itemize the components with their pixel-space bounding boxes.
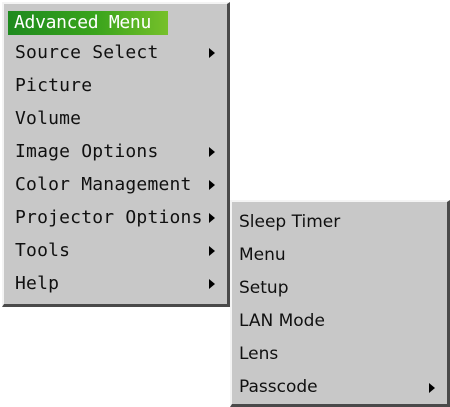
submenu-item-label: Passcode bbox=[239, 377, 318, 397]
projector-options-submenu: Sleep Timer Menu Setup LAN Mode Lens Pas… bbox=[230, 200, 450, 407]
menu-item-label: Color Management bbox=[15, 174, 192, 195]
submenu-arrow-icon bbox=[209, 180, 215, 190]
menu-item-label: Tools bbox=[15, 240, 71, 261]
submenu-item-menu[interactable]: Menu bbox=[232, 239, 447, 272]
submenu-item-label: LAN Mode bbox=[239, 311, 325, 331]
menu-item-label: Volume bbox=[15, 108, 82, 129]
menu-item-projector-options[interactable]: Projector Options bbox=[4, 201, 227, 234]
menu-item-image-options[interactable]: Image Options bbox=[4, 135, 227, 168]
advanced-menu-title: Advanced Menu bbox=[8, 11, 168, 35]
submenu-item-setup[interactable]: Setup bbox=[232, 272, 447, 305]
submenu-item-lan-mode[interactable]: LAN Mode bbox=[232, 305, 447, 338]
submenu-arrow-icon bbox=[209, 279, 215, 289]
menu-item-label: Projector Options bbox=[15, 207, 203, 228]
submenu-arrow-icon bbox=[429, 383, 435, 393]
submenu-item-label: Menu bbox=[239, 245, 286, 265]
submenu-arrow-icon bbox=[209, 147, 215, 157]
menu-item-label: Image Options bbox=[15, 141, 159, 162]
advanced-menu-panel: Advanced Menu Source Select Picture Volu… bbox=[2, 2, 230, 307]
submenu-item-label: Setup bbox=[239, 278, 289, 298]
menu-item-volume[interactable]: Volume bbox=[4, 102, 227, 135]
submenu-item-label: Lens bbox=[239, 344, 279, 364]
menu-item-picture[interactable]: Picture bbox=[4, 69, 227, 102]
menu-item-label: Picture bbox=[15, 75, 93, 96]
menu-item-tools[interactable]: Tools bbox=[4, 234, 227, 267]
menu-item-source-select[interactable]: Source Select bbox=[4, 36, 227, 69]
submenu-item-lens[interactable]: Lens bbox=[232, 338, 447, 371]
submenu-item-label: Sleep Timer bbox=[239, 212, 341, 232]
submenu-arrow-icon bbox=[209, 48, 215, 58]
submenu-item-passcode[interactable]: Passcode bbox=[232, 371, 447, 404]
menu-item-help[interactable]: Help bbox=[4, 267, 227, 300]
submenu-item-sleep-timer[interactable]: Sleep Timer bbox=[232, 206, 447, 239]
menu-item-color-management[interactable]: Color Management bbox=[4, 168, 227, 201]
menu-item-label: Source Select bbox=[15, 42, 159, 63]
menu-item-label: Help bbox=[15, 273, 60, 294]
submenu-arrow-icon bbox=[209, 246, 215, 256]
submenu-arrow-icon bbox=[209, 213, 215, 223]
